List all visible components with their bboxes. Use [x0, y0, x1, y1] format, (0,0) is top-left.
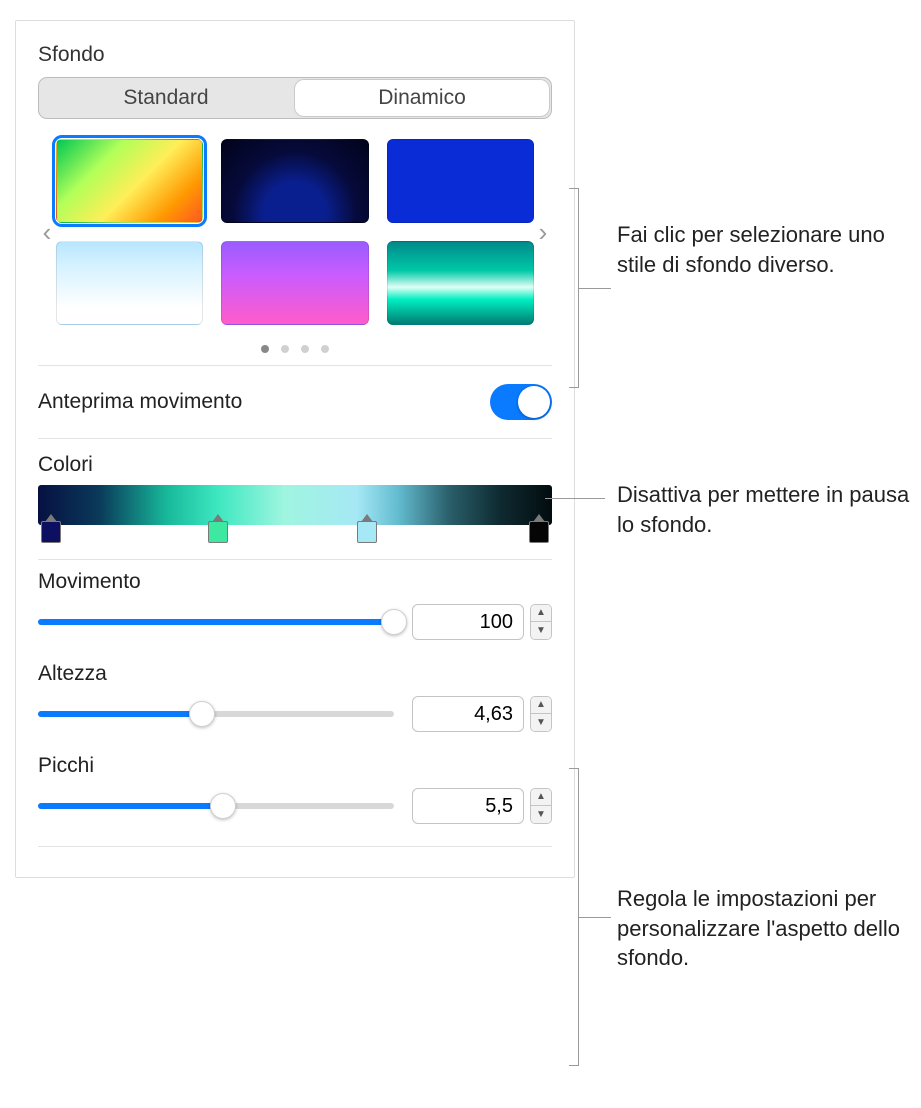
movement-value-input[interactable] — [412, 604, 524, 640]
peaks-stepper: ▲ ▼ — [530, 788, 552, 824]
callout-connector — [579, 917, 611, 918]
segment-standard[interactable]: Standard — [39, 78, 293, 118]
background-settings-panel: Sfondo Standard Dinamico ‹ › — [15, 20, 575, 878]
style-thumbnail[interactable] — [56, 241, 203, 325]
segment-dynamic[interactable]: Dinamico — [295, 80, 549, 116]
colors-gradient-track[interactable] — [38, 485, 552, 525]
page-dots — [38, 345, 552, 353]
callout-connector — [579, 288, 611, 289]
divider — [38, 438, 552, 439]
background-type-segmented: Standard Dinamico — [38, 77, 552, 119]
callout-sliders: Regola le impostazioni per personalizzar… — [617, 884, 917, 973]
color-stop[interactable] — [529, 521, 549, 543]
color-stop[interactable] — [41, 521, 61, 543]
height-stepper: ▲ ▼ — [530, 696, 552, 732]
section-title-background: Sfondo — [38, 43, 552, 67]
style-thumbnail[interactable] — [387, 139, 534, 223]
style-thumbnail[interactable] — [56, 139, 203, 223]
page-dot[interactable] — [301, 345, 309, 353]
callout-toggle: Disattiva per mettere in pausa lo sfondo… — [617, 480, 917, 539]
color-stop[interactable] — [208, 521, 228, 543]
stepper-up-icon[interactable]: ▲ — [531, 697, 551, 714]
color-stops-row — [38, 521, 552, 547]
slider-thumb[interactable] — [210, 793, 236, 819]
movement-label: Movimento — [38, 570, 552, 594]
color-stop[interactable] — [357, 521, 377, 543]
style-thumbnail[interactable] — [387, 241, 534, 325]
page-dot[interactable] — [261, 345, 269, 353]
colors-label: Colori — [38, 453, 552, 477]
motion-preview-label: Anteprima movimento — [38, 390, 242, 414]
callout-connector — [545, 498, 605, 499]
page-dot[interactable] — [321, 345, 329, 353]
divider — [38, 365, 552, 366]
height-value-input[interactable] — [412, 696, 524, 732]
page-dot[interactable] — [281, 345, 289, 353]
stepper-down-icon[interactable]: ▼ — [531, 622, 551, 639]
slider-thumb[interactable] — [381, 609, 407, 635]
callout-bracket — [569, 188, 579, 388]
toggle-knob — [518, 386, 550, 418]
movement-stepper: ▲ ▼ — [530, 604, 552, 640]
peaks-value-input[interactable] — [412, 788, 524, 824]
style-thumbnail[interactable] — [221, 139, 368, 223]
styles-grid — [56, 139, 534, 325]
height-label: Altezza — [38, 662, 552, 686]
peaks-slider[interactable] — [38, 803, 394, 809]
slider-thumb[interactable] — [189, 701, 215, 727]
divider — [38, 559, 552, 560]
callout-bracket — [569, 768, 579, 1066]
movement-slider[interactable] — [38, 619, 394, 625]
styles-next-chevron[interactable]: › — [534, 219, 552, 245]
stepper-up-icon[interactable]: ▲ — [531, 789, 551, 806]
styles-prev-chevron[interactable]: ‹ — [38, 219, 56, 245]
peaks-label: Picchi — [38, 754, 552, 778]
divider — [38, 846, 552, 847]
style-thumbnail[interactable] — [221, 241, 368, 325]
motion-preview-toggle[interactable] — [490, 384, 552, 420]
height-slider[interactable] — [38, 711, 394, 717]
stepper-down-icon[interactable]: ▼ — [531, 806, 551, 823]
stepper-down-icon[interactable]: ▼ — [531, 714, 551, 731]
callout-styles: Fai clic per selezionare uno stile di sf… — [617, 220, 917, 279]
stepper-up-icon[interactable]: ▲ — [531, 605, 551, 622]
